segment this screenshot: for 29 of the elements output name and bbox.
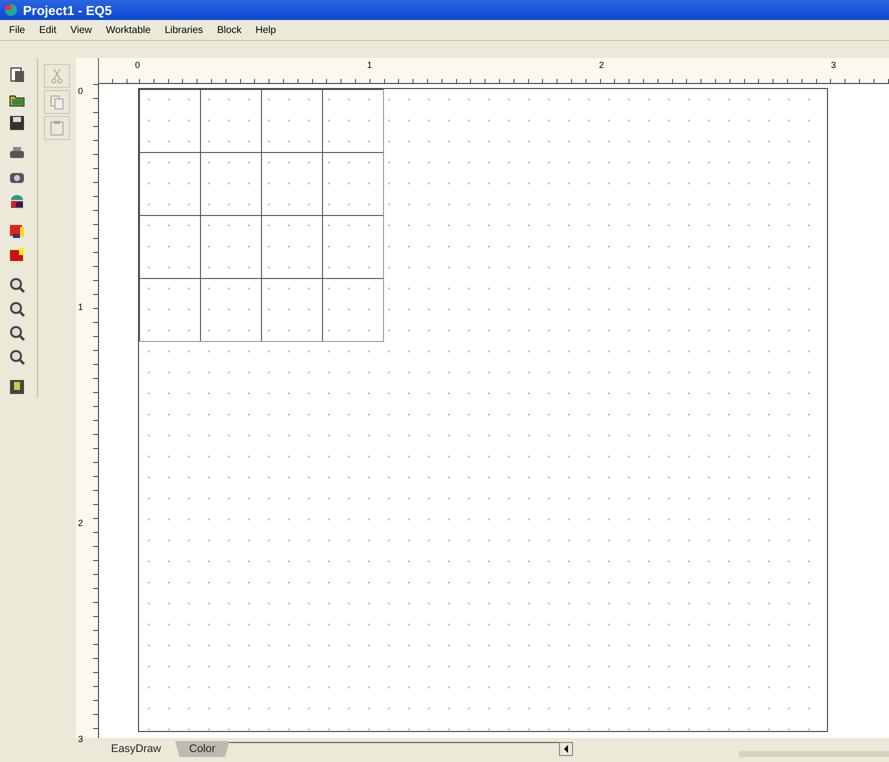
copy-icon [48,93,66,111]
ruler-label: 3 [78,734,84,744]
ruler-label: 0 [78,86,84,96]
ruler-label: 1 [78,302,84,312]
film-icon [8,378,26,396]
menu-item[interactable]: Edit [38,24,58,36]
ruler-label: 1 [367,60,372,70]
menu-item[interactable]: Help [254,24,278,36]
window-title: Project1 - EQ5 [23,2,112,18]
menu-item[interactable]: Block [216,24,243,36]
menu-item[interactable]: Libraries [164,24,204,36]
magnifier-icon [8,324,26,342]
ruler-label: 3 [831,60,836,70]
left-arrow-icon [563,745,570,753]
menu-item[interactable]: Worktable [104,24,152,36]
ruler-label: 0 [135,60,140,70]
ruler-label: 2 [599,60,604,70]
ruler-label: 2 [78,518,84,528]
colored-block-icon [8,246,26,264]
scroll-left-button[interactable] [559,742,574,756]
magnifier-icon [8,348,26,366]
magnifier-icon [8,276,26,294]
app-logo-icon [3,2,19,18]
magnifier-icon [8,300,26,318]
clipboard-icon [48,119,66,137]
menu-item[interactable]: View [69,24,93,36]
new-page-icon [8,66,26,84]
sheet-tab[interactable]: Color [175,741,230,757]
menu-item[interactable]: File [8,24,26,36]
